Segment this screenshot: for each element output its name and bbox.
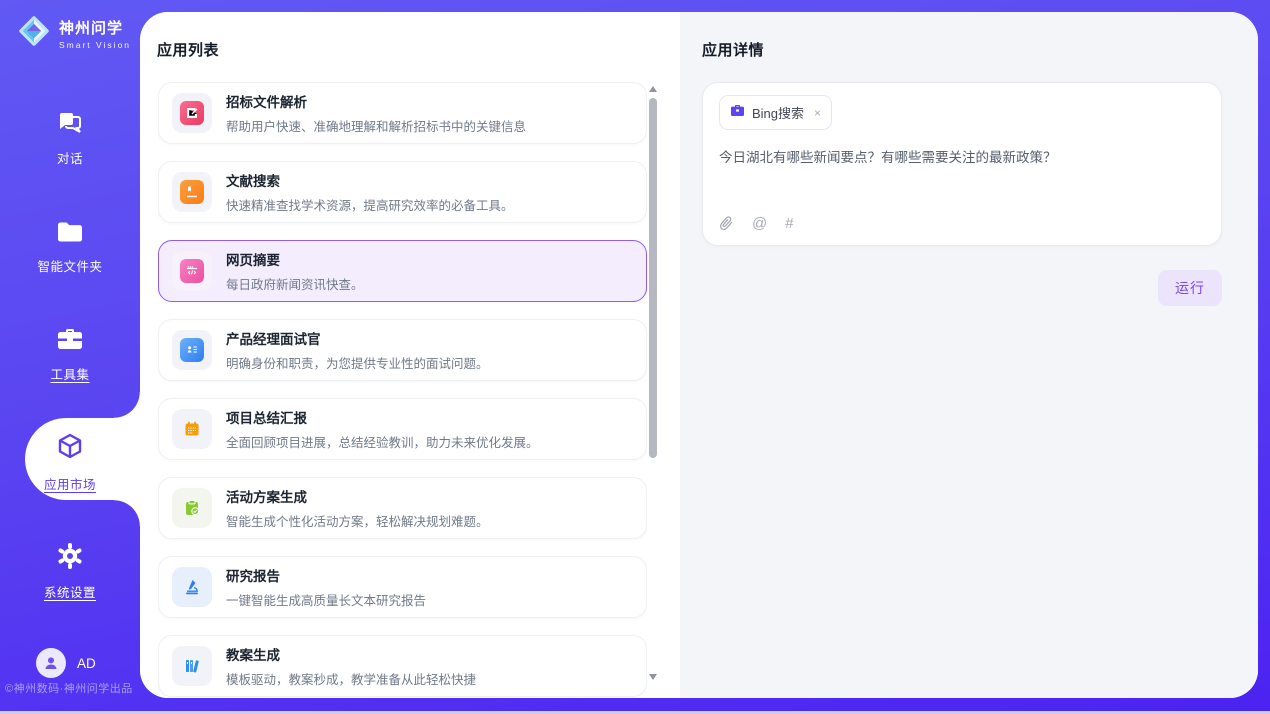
tool-tag-bing-search[interactable]: Bing搜索 × (719, 95, 832, 130)
app-title: 项目总结汇报 (226, 407, 539, 427)
app-title: 教案生成 (226, 644, 476, 664)
list-item[interactable]: 招标文件解析 帮助用户快速、准确地理解和解析招标书中的关键信息 (158, 82, 647, 144)
app-title: 研究报告 (226, 565, 426, 585)
briefcase-icon (56, 339, 84, 356)
webpage-code-icon (180, 259, 204, 283)
list-item[interactable]: 文献搜索 快速精准查找学术资源，提高研究效率的必备工具。 (158, 161, 647, 223)
brand-subtitle: Smart Vision (59, 40, 131, 50)
app-icon-tile (172, 488, 212, 528)
run-row: 运行 (702, 270, 1222, 306)
app-icon-tile (172, 330, 212, 370)
sidebar: 神州问学 Smart Vision 对话 智能文件夹 (0, 0, 140, 711)
app-icon-tile (172, 172, 212, 212)
folder-icon (56, 231, 84, 248)
scrollbar-up-button[interactable] (649, 86, 657, 92)
sidebar-item-label: 对话 (0, 148, 140, 167)
resume-icon (180, 338, 204, 362)
hash-icon[interactable]: # (785, 215, 793, 232)
main-content: 应用列表 招标文件解析 帮助用户快速、准确地理解和解析招标书中的关键信息 (140, 12, 1258, 698)
app-detail-title: 应用详情 (702, 39, 764, 60)
list-item[interactable]: 活动方案生成 智能生成个性化活动方案，轻松解决规划难题。 (158, 477, 647, 539)
sidebar-item-toolset[interactable]: 工具集 (0, 327, 140, 383)
app-title: 文献搜索 (226, 170, 514, 190)
app-title: 招标文件解析 (226, 91, 526, 111)
query-text[interactable]: 今日湖北有哪些新闻要点？有哪些需要关注的最新政策？ (719, 148, 1205, 168)
sidebar-item-chat[interactable]: 对话 (0, 110, 140, 167)
brand-logo: 神州问学 Smart Vision (16, 13, 131, 54)
scrollbar-down-button[interactable] (649, 674, 657, 680)
brand-name: 神州问学 (59, 20, 123, 37)
app-desc: 全面回顾项目进展，总结经验教训，助力未来优化发展。 (226, 432, 539, 451)
attachment-toolbar: @ # (720, 215, 794, 232)
app-detail-panel: 应用详情 Bing搜索 × 今日湖北有哪些新闻要点？有哪些需要关注的最新政策？ (680, 12, 1258, 698)
list-item[interactable]: 项目总结汇报 全面回顾项目进展，总结经验教训，助力未来优化发展。 (158, 398, 647, 460)
app-icon-tile (172, 567, 212, 607)
edit-doc-icon (180, 101, 204, 125)
book-icon (180, 180, 204, 204)
app-window: 神州问学 Smart Vision 对话 智能文件夹 (0, 0, 1270, 711)
clipboard-check-icon (180, 496, 204, 520)
app-desc: 明确身份和职责，为您提供专业性的面试问题。 (226, 353, 489, 372)
sidebar-item-label: 应用市场 (0, 474, 140, 493)
prompt-card: Bing搜索 × 今日湖北有哪些新闻要点？有哪些需要关注的最新政策？ @ # (702, 82, 1222, 246)
app-list-panel: 应用列表 招标文件解析 帮助用户快速、准确地理解和解析招标书中的关键信息 (140, 12, 680, 698)
avatar (36, 648, 66, 678)
app-icon-tile (172, 251, 212, 291)
scrollbar[interactable] (648, 84, 658, 682)
app-desc: 智能生成个性化活动方案，轻松解决规划难题。 (226, 511, 489, 530)
microscope-icon (180, 575, 204, 599)
list-item[interactable]: 教案生成 模板驱动，教案秒成，教学准备从此轻松快捷 (158, 635, 647, 697)
app-title: 活动方案生成 (226, 486, 489, 506)
run-button[interactable]: 运行 (1158, 270, 1222, 306)
sidebar-item-label: 工具集 (0, 364, 140, 383)
app-icon-tile (172, 93, 212, 133)
sidebar-item-label: 智能文件夹 (0, 256, 140, 275)
books-icon (180, 654, 204, 678)
user-account[interactable]: AD (36, 648, 96, 678)
copyright-footer: ©神州数码·神州问学出品 (5, 680, 133, 696)
app-desc: 每日政府新闻资讯快查。 (226, 274, 364, 293)
sidebar-item-settings[interactable]: 系统设置 (0, 542, 140, 601)
sidebar-item-app-market[interactable]: 应用市场 (0, 432, 140, 493)
app-desc: 快速精准查找学术资源，提高研究效率的必备工具。 (226, 195, 514, 214)
list-item-selected[interactable]: 网页摘要 每日政府新闻资讯快查。 (158, 240, 647, 302)
sidebar-item-label: 系统设置 (0, 582, 140, 601)
close-icon[interactable]: × (814, 107, 821, 119)
mention-icon[interactable]: @ (752, 215, 767, 232)
list-item[interactable]: 产品经理面试官 明确身份和职责，为您提供专业性的面试问题。 (158, 319, 647, 381)
app-icon-tile (172, 646, 212, 686)
app-title: 产品经理面试官 (226, 328, 489, 348)
cube-icon (56, 449, 84, 466)
tool-tag-label: Bing搜索 (752, 103, 804, 122)
gear-icon (56, 557, 84, 574)
app-icon-tile (172, 409, 212, 449)
app-list-title: 应用列表 (157, 39, 219, 60)
list-item[interactable]: 研究报告 一键智能生成高质量长文本研究报告 (158, 556, 647, 618)
briefcase-icon (730, 104, 745, 122)
app-list: 招标文件解析 帮助用户快速、准确地理解和解析招标书中的关键信息 文献搜索 快速精… (158, 82, 647, 698)
app-title: 网页摘要 (226, 249, 364, 269)
sidebar-item-smart-folder[interactable]: 智能文件夹 (0, 220, 140, 275)
app-desc: 一键智能生成高质量长文本研究报告 (226, 590, 426, 609)
diamond-logo-icon (16, 13, 52, 54)
chat-icon (56, 123, 84, 140)
user-initials: AD (77, 656, 96, 671)
paperclip-icon[interactable] (720, 216, 734, 232)
app-desc: 模板驱动，教案秒成，教学准备从此轻松快捷 (226, 669, 476, 688)
app-desc: 帮助用户快速、准确地理解和解析招标书中的关键信息 (226, 116, 526, 135)
scrollbar-thumb[interactable] (649, 98, 657, 458)
notepad-icon (180, 417, 204, 441)
